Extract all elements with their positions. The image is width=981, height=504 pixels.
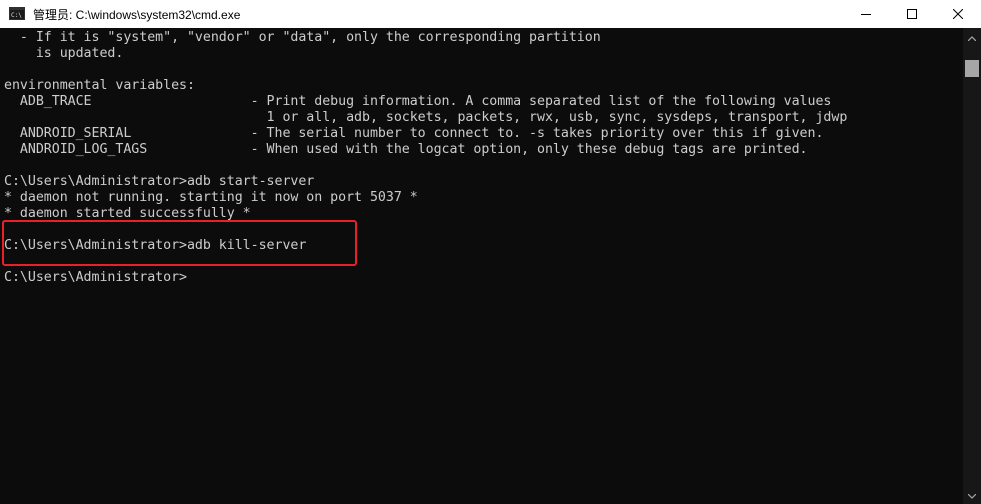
maximize-button[interactable] bbox=[889, 0, 935, 28]
scroll-up-button[interactable] bbox=[963, 28, 981, 46]
cmd-app-icon[interactable]: C:\ bbox=[9, 7, 25, 20]
minimize-button[interactable] bbox=[843, 0, 889, 28]
console-line: environmental variables: bbox=[4, 78, 195, 93]
highlight-annotation-box bbox=[2, 220, 357, 266]
close-icon bbox=[953, 9, 963, 19]
console-line: 1 or all, adb, sockets, packets, rwx, us… bbox=[4, 110, 848, 125]
close-button[interactable] bbox=[935, 0, 981, 28]
console-line: is updated. bbox=[4, 46, 124, 61]
console-line: C:\Users\Administrator>adb start-server bbox=[4, 174, 315, 189]
minimize-icon bbox=[861, 9, 871, 19]
console-line: ADB_TRACE - Print debug information. A c… bbox=[4, 94, 832, 109]
scroll-thumb[interactable] bbox=[965, 60, 979, 77]
vertical-scrollbar[interactable] bbox=[963, 28, 981, 504]
maximize-icon bbox=[907, 9, 917, 19]
console-output[interactable]: - If it is "system", "vendor" or "data",… bbox=[0, 28, 963, 504]
scroll-down-button[interactable] bbox=[963, 486, 981, 504]
chevron-up-icon bbox=[967, 28, 977, 46]
console-line: - If it is "system", "vendor" or "data",… bbox=[4, 30, 601, 45]
window-title: 管理员: C:\windows\system32\cmd.exe bbox=[33, 8, 241, 22]
title-bar[interactable]: C:\ 管理员: C:\windows\system32\cmd.exe bbox=[0, 0, 981, 28]
console-prompt: C:\Users\Administrator> bbox=[4, 270, 187, 285]
console-line: ANDROID_LOG_TAGS - When used with the lo… bbox=[4, 142, 808, 157]
svg-text:C:\: C:\ bbox=[11, 12, 22, 19]
chevron-down-icon bbox=[967, 486, 977, 504]
console-line: ANDROID_SERIAL - The serial number to co… bbox=[4, 126, 824, 141]
cmd-window: C:\ 管理员: C:\windows\system32\cmd.exe - I… bbox=[0, 0, 981, 504]
console-line: * daemon not running. starting it now on… bbox=[4, 190, 418, 205]
